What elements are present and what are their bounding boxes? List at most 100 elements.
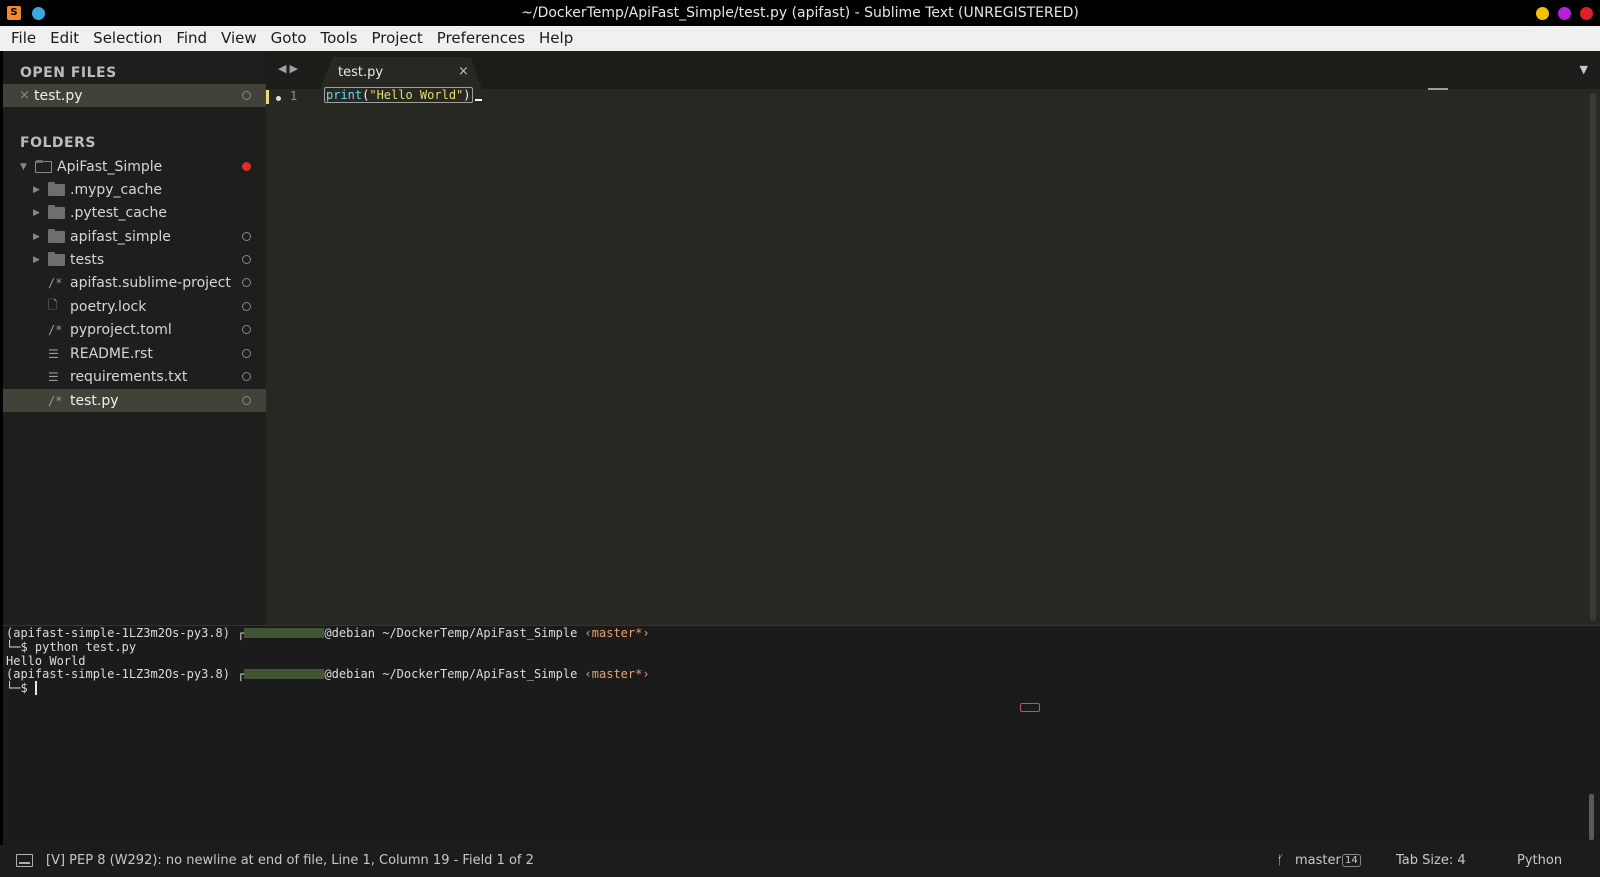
menu-project[interactable]: Project bbox=[364, 26, 429, 51]
token-paren-close: ) bbox=[463, 88, 471, 102]
file-label: poetry.lock bbox=[70, 298, 147, 315]
file-item[interactable]: ☰ requirements.txt bbox=[3, 365, 266, 388]
panel-toggle-icon[interactable] bbox=[16, 854, 33, 867]
chevron-right-icon[interactable]: ▶ bbox=[33, 208, 40, 218]
close-file-icon[interactable]: × bbox=[19, 88, 30, 103]
tab-menu-icon[interactable]: ▼ bbox=[1580, 63, 1588, 76]
chevron-right-icon[interactable]: ▶ bbox=[33, 255, 40, 265]
folder-icon bbox=[48, 182, 65, 196]
file-status-marker bbox=[242, 232, 251, 241]
code-file-icon: /* bbox=[48, 275, 63, 290]
terminal-path: ~/DockerTemp/ApiFast_Simple bbox=[382, 626, 578, 640]
folder-item[interactable]: ▶ tests bbox=[3, 248, 266, 271]
chevron-right-icon[interactable]: ▶ bbox=[33, 185, 40, 195]
git-branch-icon: ᚶ bbox=[1277, 853, 1285, 867]
terminal-cursor bbox=[34, 681, 37, 695]
tab-size-selector[interactable]: Tab Size: 4 bbox=[1396, 853, 1466, 868]
terminal-line: (apifast-simple-1LZ3m2Os-py3.8) ┌ @debian… bbox=[6, 667, 650, 681]
code-editor[interactable]: 1 print("Hello World") bbox=[266, 87, 1600, 625]
terminal-env: (apifast-simple-1LZ3m2Os-py3.8) bbox=[6, 626, 230, 640]
terminal-panel[interactable]: (apifast-simple-1LZ3m2Os-py3.8) ┌ @debian… bbox=[3, 625, 1600, 845]
file-label: README.rst bbox=[70, 345, 153, 362]
tab-test-py[interactable]: test.py × bbox=[320, 57, 482, 89]
terminal-host: @debian bbox=[324, 667, 375, 681]
menu-edit[interactable]: Edit bbox=[43, 26, 86, 51]
file-status-marker bbox=[242, 372, 251, 381]
file-item-active[interactable]: /* test.py bbox=[3, 389, 266, 412]
chevron-down-icon[interactable]: ▼ bbox=[20, 162, 27, 172]
menu-goto[interactable]: Goto bbox=[264, 26, 314, 51]
sticky-window-button[interactable] bbox=[32, 7, 45, 20]
folder-root[interactable]: ▼ ApiFast_Simple bbox=[3, 155, 266, 178]
file-label: requirements.txt bbox=[70, 368, 188, 385]
modified-marker bbox=[242, 162, 251, 171]
minimap[interactable] bbox=[1428, 88, 1448, 90]
maximize-button[interactable] bbox=[1558, 7, 1571, 20]
open-file-item[interactable]: × test.py bbox=[3, 84, 266, 107]
text-caret bbox=[474, 99, 482, 101]
file-item[interactable]: ☰ README.rst bbox=[3, 342, 266, 365]
menu-view[interactable]: View bbox=[214, 26, 264, 51]
git-change-count-badge: 14 bbox=[1342, 854, 1361, 867]
folder-label: .pytest_cache bbox=[70, 204, 167, 221]
file-status-marker bbox=[242, 302, 251, 311]
sidebar: OPEN FILES × test.py FOLDERS ▼ ApiFast_S… bbox=[3, 51, 266, 625]
redacted-username bbox=[244, 628, 325, 638]
terminal-command: └─$ python test.py bbox=[6, 640, 137, 654]
menu-preferences[interactable]: Preferences bbox=[430, 26, 532, 51]
terminal-env: (apifast-simple-1LZ3m2Os-py3.8) bbox=[6, 667, 230, 681]
folder-icon bbox=[48, 229, 65, 243]
terminal-line: (apifast-simple-1LZ3m2Os-py3.8) ┌ @debian… bbox=[6, 626, 650, 640]
folder-icon bbox=[48, 252, 65, 266]
folder-label: apifast_simple bbox=[70, 228, 171, 245]
open-file-label: test.py bbox=[34, 87, 83, 104]
tab-nav-arrows-icon[interactable]: ◀▶ bbox=[278, 62, 301, 75]
terminal-prompt-line[interactable]: └─$ bbox=[6, 681, 37, 695]
file-label: test.py bbox=[70, 392, 119, 409]
token-string: "Hello World" bbox=[369, 88, 464, 102]
file-status-marker bbox=[242, 91, 251, 100]
folder-item[interactable]: ▶ .mypy_cache bbox=[3, 178, 266, 201]
syntax-selector[interactable]: Python bbox=[1517, 853, 1562, 868]
file-item[interactable]: 🗋 poetry.lock bbox=[3, 295, 266, 318]
title-bar: S ~/DockerTemp/ApiFast_Simple/test.py (a… bbox=[0, 0, 1600, 26]
text-file-icon: ☰ bbox=[48, 369, 59, 384]
terminal-branch: ‹master*› bbox=[584, 667, 650, 681]
menu-help[interactable]: Help bbox=[532, 26, 580, 51]
editor-scrollbar[interactable] bbox=[1590, 93, 1596, 621]
terminal-path: ~/DockerTemp/ApiFast_Simple bbox=[382, 667, 578, 681]
file-status-marker bbox=[242, 325, 251, 334]
tab-bar: ◀▶ test.py × ▼ bbox=[266, 51, 1600, 89]
token-function: print bbox=[326, 88, 363, 103]
minimize-button[interactable] bbox=[1536, 7, 1549, 20]
file-status-marker bbox=[242, 278, 251, 287]
status-message: [V] PEP 8 (W292): no newline at end of f… bbox=[46, 853, 534, 868]
file-item[interactable]: /* pyproject.toml bbox=[3, 318, 266, 341]
bookmark-dot-icon bbox=[276, 96, 281, 101]
git-branch-name[interactable]: master bbox=[1295, 853, 1341, 868]
menu-selection[interactable]: Selection bbox=[86, 26, 169, 51]
code-line[interactable]: print("Hello World") bbox=[324, 87, 482, 103]
chevron-right-icon[interactable]: ▶ bbox=[33, 232, 40, 242]
folder-icon bbox=[48, 205, 65, 219]
tab-close-icon[interactable]: × bbox=[458, 64, 469, 79]
close-window-button[interactable] bbox=[1580, 7, 1593, 20]
line-number: 1 bbox=[290, 89, 298, 103]
folders-header: FOLDERS bbox=[20, 135, 96, 151]
file-label: pyproject.toml bbox=[70, 321, 172, 338]
document-file-icon: 🗋 bbox=[48, 298, 58, 312]
open-files-header: OPEN FILES bbox=[20, 65, 117, 81]
menu-find[interactable]: Find bbox=[169, 26, 214, 51]
sublime-app-icon[interactable]: S bbox=[7, 6, 21, 20]
menu-file[interactable]: File bbox=[4, 26, 43, 51]
file-item[interactable]: /* apifast.sublime-project bbox=[3, 271, 266, 294]
open-folder-icon bbox=[35, 160, 52, 173]
menu-bar: File Edit Selection Find View Goto Tools… bbox=[0, 26, 1600, 51]
terminal-branch: ‹master*› bbox=[584, 626, 650, 640]
terminal-scrollbar[interactable] bbox=[1589, 794, 1594, 840]
menu-tools[interactable]: Tools bbox=[314, 26, 365, 51]
file-status-marker bbox=[242, 349, 251, 358]
field-selection: print("Hello World") bbox=[324, 87, 473, 103]
folder-item[interactable]: ▶ .pytest_cache bbox=[3, 201, 266, 224]
folder-item[interactable]: ▶ apifast_simple bbox=[3, 225, 266, 248]
